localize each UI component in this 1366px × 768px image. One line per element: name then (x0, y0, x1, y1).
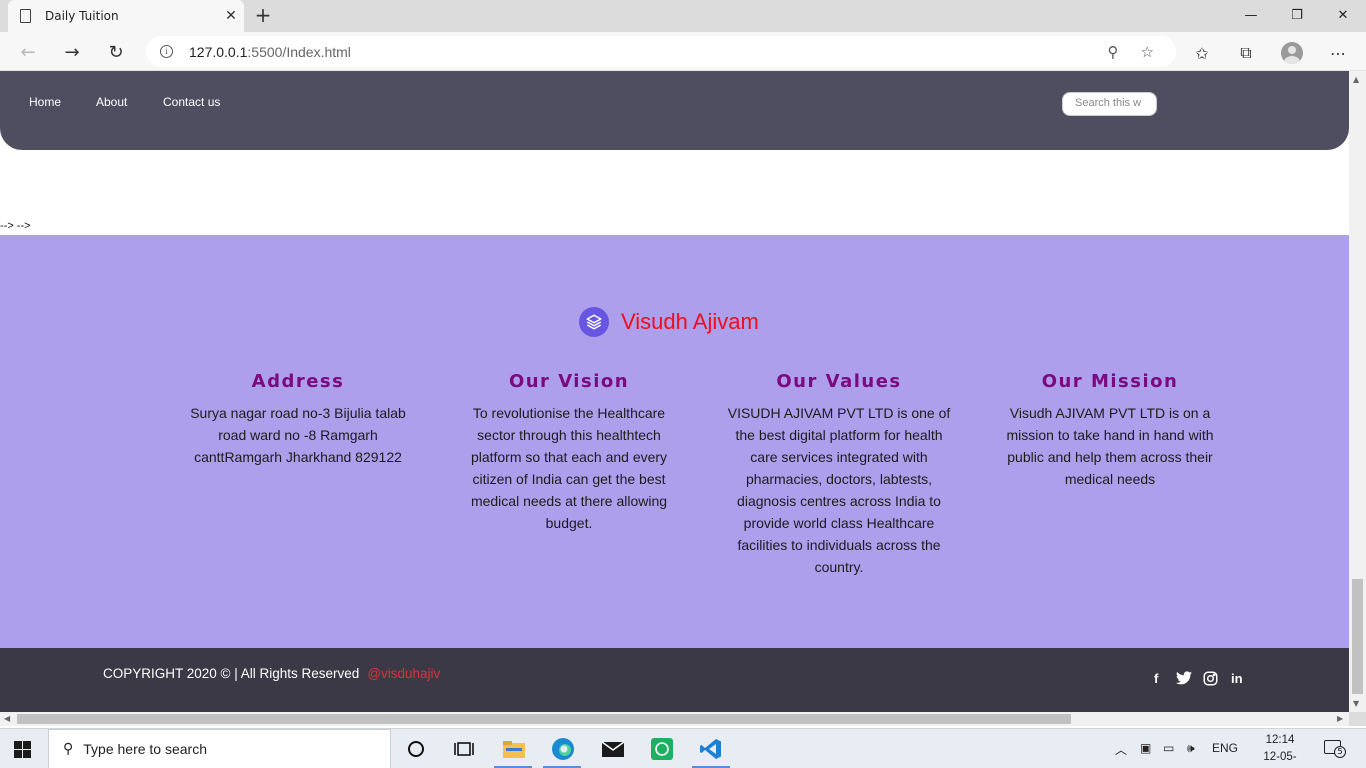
clock-time: 12:14 (1265, 734, 1295, 746)
taskbar-search-box[interactable]: ⚲ Type here to search (48, 729, 391, 768)
layers-icon (579, 307, 609, 337)
handle-link[interactable]: @visduhajiv (367, 666, 440, 681)
column-heading: Address (251, 371, 345, 392)
copyright-text: COPYRIGHT 2020 © | All Rights Reserved @v… (103, 666, 441, 681)
windows-taskbar: ⚲ Type here to search ︿ ▣ ▭ 🕪 ENG 12:14 … (0, 728, 1366, 768)
refresh-icon[interactable]: ↻ (103, 39, 129, 65)
more-menu-icon[interactable]: ⋯ (1326, 41, 1350, 65)
windows-start-icon[interactable] (14, 741, 31, 758)
horizontal-scroll-thumb[interactable] (17, 714, 1071, 724)
forward-icon[interactable]: → (59, 39, 85, 65)
footer-column-values: Our Values VISUDH AJIVAM PVT LTD is one … (724, 371, 954, 578)
tab-title: Daily Tuition (45, 9, 119, 23)
file-explorer-icon[interactable] (499, 734, 529, 764)
scroll-down-icon[interactable]: ▼ (1353, 699, 1359, 708)
vertical-scroll-thumb[interactable] (1352, 579, 1363, 694)
nav-about-link[interactable]: About (96, 95, 127, 109)
address-bar[interactable]: i 127.0.0.1:5500/Index.html ⚲ ☆ (146, 36, 1176, 67)
volume-icon[interactable]: 🕪 (1187, 741, 1195, 756)
taskbar-clock[interactable]: 12:14 12-05-2021 (1254, 732, 1306, 768)
browser-tab[interactable]: Daily Tuition ✕ (8, 0, 244, 32)
favorites-icon[interactable]: ✩ (1190, 41, 1214, 65)
footer-column-mission: Our Mission Visudh AJIVAM PVT LTD is on … (995, 371, 1225, 490)
show-hidden-icons-icon[interactable]: ︿ (1115, 741, 1127, 758)
column-text: Visudh AJIVAM PVT LTD is on a mission to… (1006, 405, 1214, 487)
column-heading: Our Values (776, 371, 902, 392)
notification-count: 5 (1334, 746, 1346, 758)
collections-icon[interactable]: ⧉ (1234, 41, 1258, 65)
nav-contact-link[interactable]: Contact us (163, 95, 220, 109)
site-info-icon[interactable]: i (160, 45, 173, 58)
tab-close-icon[interactable]: ✕ (218, 8, 244, 24)
copyright-bar: COPYRIGHT 2020 © | All Rights Reserved @v… (0, 648, 1349, 712)
edge-browser-icon[interactable] (548, 734, 578, 764)
column-text: Surya nagar road no-3 Bijulia talab road… (190, 405, 406, 465)
footer-column-address: Address Surya nagar road no-3 Bijulia ta… (183, 371, 413, 468)
brand[interactable]: Visudh Ajivam (579, 307, 759, 337)
notification-center-icon[interactable]: 5 (1324, 740, 1346, 758)
column-heading: Our Vision (508, 371, 630, 392)
site-navbar: Home About Contact us Search this w (0, 71, 1349, 150)
vertical-scrollbar[interactable]: ▲ ▼ (1349, 71, 1366, 712)
browser-tab-strip: Daily Tuition ✕ + — ❐ ✕ (0, 0, 1366, 32)
restore-button[interactable]: ❐ (1274, 0, 1320, 30)
twitter-icon[interactable] (1176, 671, 1192, 688)
scrollbar-corner (1349, 712, 1366, 726)
column-text: To revolutionise the Healthcare sector t… (470, 405, 668, 531)
vscode-icon[interactable] (696, 734, 726, 764)
close-window-button[interactable]: ✕ (1320, 0, 1366, 30)
scroll-left-icon[interactable]: ◀ (4, 714, 10, 723)
stray-comment-text: --> --> (0, 220, 31, 232)
whatsapp-icon[interactable] (647, 734, 677, 764)
task-view-icon[interactable] (449, 734, 479, 764)
mail-icon[interactable] (598, 734, 628, 764)
facebook-icon[interactable]: f (1154, 671, 1158, 686)
linkedin-icon[interactable]: in (1231, 671, 1243, 686)
instagram-icon[interactable] (1203, 671, 1218, 689)
search-icon: ⚲ (63, 741, 74, 757)
favorite-star-icon[interactable]: ☆ (1141, 43, 1154, 61)
profile-avatar[interactable] (1280, 41, 1304, 65)
site-footer: Visudh Ajivam Address Surya nagar road n… (0, 235, 1349, 648)
clock-date: 12-05-2021 (1263, 751, 1297, 763)
battery-icon[interactable]: ▭ (1163, 741, 1174, 755)
brand-name: Visudh Ajivam (621, 309, 759, 334)
scroll-up-icon[interactable]: ▲ (1353, 75, 1359, 84)
device-icon[interactable]: ▣ (1140, 741, 1151, 755)
browser-toolbar: ← → ↻ i 127.0.0.1:5500/Index.html ⚲ ☆ ✩ … (0, 32, 1366, 71)
site-search-input[interactable]: Search this w (1062, 92, 1157, 116)
page-viewport: Home About Contact us Search this w --> … (0, 71, 1349, 712)
column-text: VISUDH AJIVAM PVT LTD is one of the best… (727, 405, 951, 575)
cortana-icon[interactable] (401, 734, 431, 764)
page-icon (20, 9, 31, 23)
scroll-right-icon[interactable]: ▶ (1337, 714, 1343, 723)
horizontal-scrollbar[interactable]: ◀ ▶ (0, 712, 1349, 726)
column-heading: Our Mission (1041, 371, 1179, 392)
zoom-icon[interactable]: ⚲ (1108, 43, 1119, 61)
url-text[interactable]: 127.0.0.1:5500/Index.html (189, 44, 1108, 60)
footer-column-vision: Our Vision To revolutionise the Healthca… (454, 371, 684, 534)
minimize-button[interactable]: — (1228, 0, 1274, 30)
back-icon[interactable]: ← (15, 39, 41, 65)
new-tab-button[interactable]: + (252, 4, 274, 26)
nav-home-link[interactable]: Home (29, 95, 61, 109)
language-indicator[interactable]: ENG (1212, 741, 1238, 755)
